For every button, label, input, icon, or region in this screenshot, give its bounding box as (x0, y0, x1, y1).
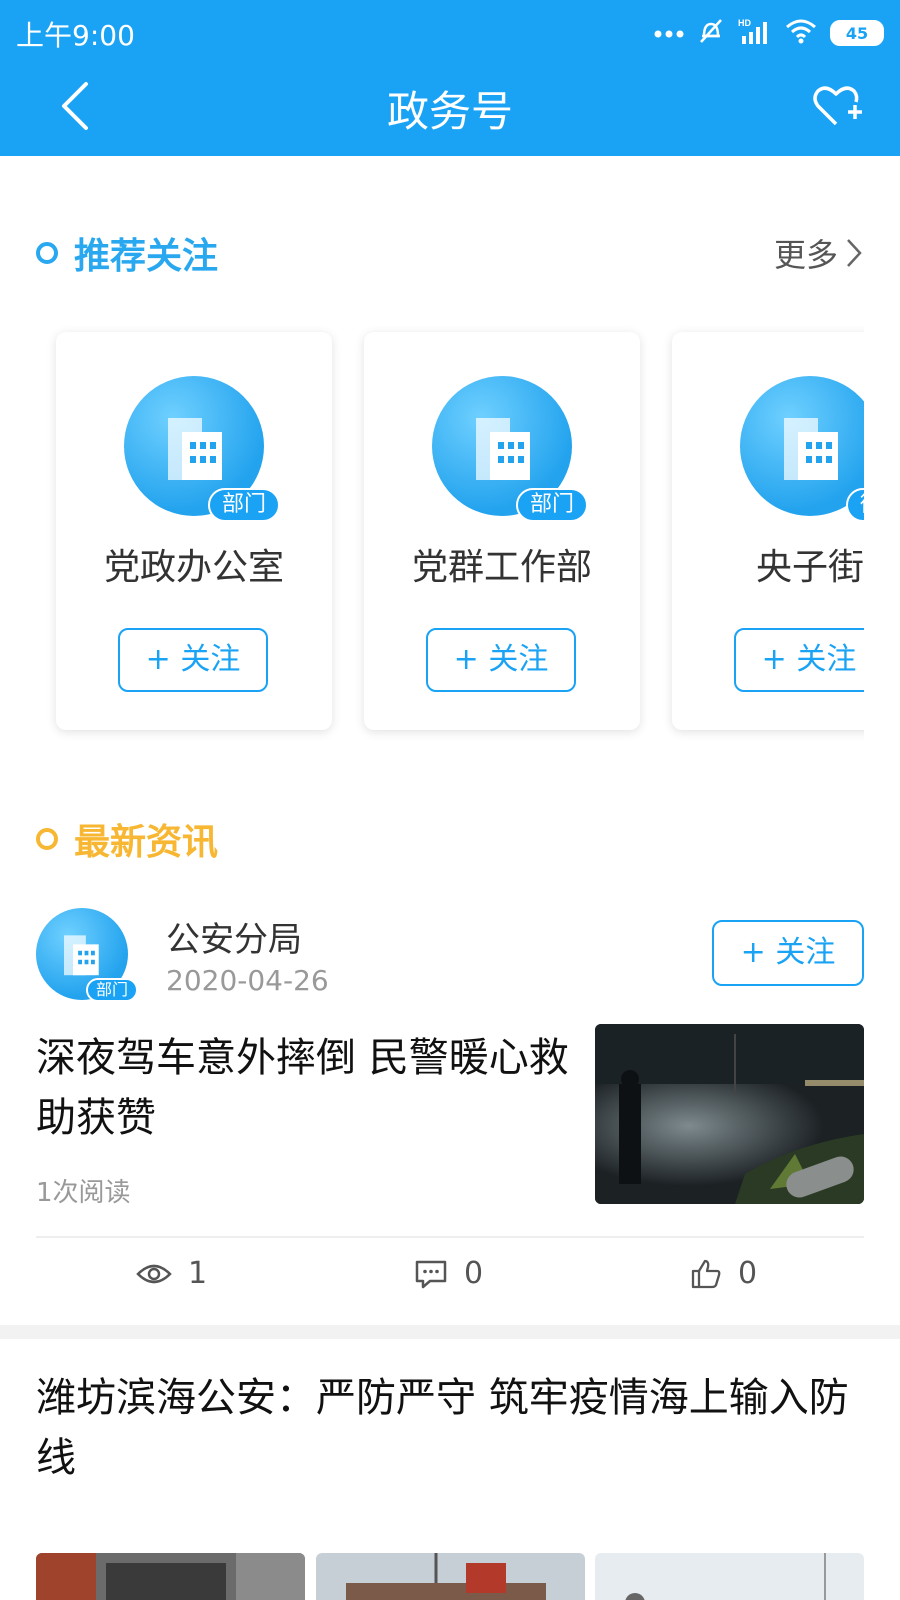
department-avatar: 部门 (124, 376, 280, 522)
comment-count: 0 (464, 1256, 484, 1291)
night-scene-image (595, 1024, 864, 1204)
divider (36, 1236, 864, 1238)
latest-title: 最新资讯 (74, 822, 219, 863)
comment-icon (415, 1260, 447, 1288)
card-name: 央子街 (755, 547, 864, 588)
more-link[interactable]: 更多 (774, 230, 864, 276)
nav-bar: 政务号 (0, 60, 900, 156)
comment-stat[interactable]: 0 (414, 1256, 483, 1291)
thumbs-up-icon (691, 1259, 721, 1288)
page-title: 政务号 (386, 87, 513, 136)
status-icons: HD 45 (654, 16, 884, 50)
view-count: 1 (188, 1256, 208, 1291)
mute-bell-icon (696, 16, 726, 50)
sea-image (595, 1553, 864, 1600)
department-avatar: 街 (740, 376, 864, 522)
recommend-title: 推荐关注 (74, 236, 219, 277)
signal-icon: HD (738, 16, 772, 50)
recommend-header: 推荐关注 (36, 228, 218, 278)
like-stat[interactable]: 0 (690, 1256, 757, 1291)
news-thumbnail[interactable] (316, 1553, 585, 1600)
eye-icon (136, 1264, 172, 1283)
recommend-card[interactable]: 部门 党政办公室 + 关注 (56, 332, 332, 730)
news-thumbnail[interactable] (36, 1553, 305, 1600)
news-thumbnail[interactable] (595, 1024, 864, 1204)
source-name[interactable]: 公安分局 (166, 912, 302, 961)
department-badge: 部门 (207, 488, 280, 522)
more-dots-icon (654, 24, 684, 43)
card-name: 党政办公室 (103, 547, 284, 588)
status-bar: 上午9:00 HD 45 (16, 12, 884, 52)
harbor-image (316, 1553, 585, 1600)
recommend-carousel[interactable]: 部门 党政办公室 + 关注 部门 党群工作部 + 关注 街 央子街 + 关注 (36, 310, 864, 750)
news-title[interactable]: 深夜驾车意外摔倒 民警暖心救助获赞 (36, 1028, 576, 1148)
like-count: 0 (738, 1256, 758, 1291)
department-badge: 部门 (85, 978, 138, 1002)
follow-button[interactable]: + 关注 (426, 628, 576, 692)
status-time: 上午9:00 (16, 19, 135, 52)
section-separator (0, 1325, 900, 1339)
svg-text:HD: HD (738, 18, 751, 28)
chevron-right-icon (847, 239, 862, 267)
battery-indicator: 45 (830, 20, 884, 46)
ship-image (36, 1553, 305, 1600)
follow-button[interactable]: + 关注 (734, 628, 864, 692)
department-badge: 街 (845, 488, 864, 522)
follow-button[interactable]: + 关注 (712, 920, 864, 986)
publish-date: 2020-04-26 (166, 964, 329, 997)
department-avatar: 部门 (432, 376, 588, 522)
favorite-add-icon[interactable] (808, 78, 864, 134)
section-dot-icon (36, 828, 58, 850)
news-title[interactable]: 潍坊滨海公安：严防严守 筑牢疫情海上输入防线 (36, 1368, 866, 1488)
read-count: 1次阅读 (36, 1178, 131, 1208)
recommend-card[interactable]: 部门 党群工作部 + 关注 (364, 332, 640, 730)
card-name: 党群工作部 (411, 547, 592, 588)
app-header: 上午9:00 HD 45 政务号 (0, 0, 900, 156)
recommend-card[interactable]: 街 央子街 + 关注 (672, 332, 864, 730)
source-avatar[interactable]: 部门 (36, 908, 138, 1002)
department-badge: 部门 (515, 488, 588, 522)
latest-header: 最新资讯 (36, 814, 218, 864)
building-icon (64, 935, 99, 976)
building-icon (784, 418, 838, 480)
more-label: 更多 (773, 236, 838, 274)
news-thumbnail[interactable] (595, 1553, 864, 1600)
follow-button[interactable]: + 关注 (118, 628, 268, 692)
building-icon (476, 418, 530, 480)
view-stat[interactable]: 1 (136, 1256, 207, 1291)
news-stats: 1 0 0 (0, 1256, 900, 1312)
building-icon (168, 418, 222, 480)
section-dot-icon (36, 242, 58, 264)
wifi-icon (784, 17, 818, 49)
